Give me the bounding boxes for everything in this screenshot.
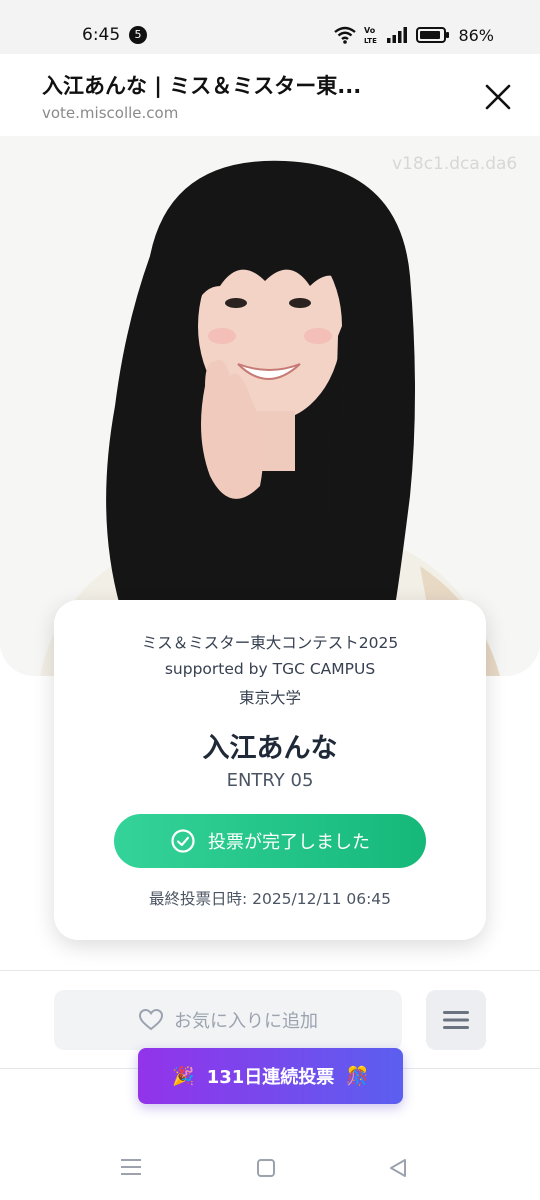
add-favorite-button[interactable]: お気に入りに追加 [54,990,402,1050]
add-favorite-label: お気に入りに追加 [174,1011,318,1032]
page-title: 入江あんな | ミス＆ミスター東... [42,74,362,98]
home-icon[interactable] [256,1158,276,1178]
svg-text:LTE: LTE [364,37,377,45]
volte-icon: Vo LTE [364,26,377,45]
streak-label: 131日連続投票 [206,1067,335,1088]
battery-icon [416,27,450,43]
profile-photo: v18c1.dca.da6 v18c1.dca.da6 [0,136,540,676]
entry-card: ミス＆ミスター東大コンテスト2025 supported by TGC CAMP… [54,600,486,940]
system-nav-bar [0,1130,540,1200]
vote-complete-button[interactable]: 投票が完了しました [114,814,426,868]
status-icons: Vo LTE 86% [334,25,494,45]
signal-icon [387,27,408,43]
vote-complete-label: 投票が完了しました [208,832,370,853]
party-popper-icon: 🎉 [172,1065,195,1087]
notification-badge: 5 [129,26,147,44]
wifi-icon [334,26,357,44]
battery-percent: 86% [458,25,494,45]
candidate-name: 入江あんな [202,733,338,764]
watermark-top: v18c1.dca.da6 [392,154,518,174]
status-bar: 6:45 5 Vo LTE 86% [0,0,540,54]
confetti-ball-icon: 🎊 [346,1065,369,1087]
entry-number: ENTRY 05 [226,770,314,791]
close-icon[interactable] [481,80,515,114]
status-time: 6:45 [82,25,121,45]
page-url: vote.miscolle.com [42,104,179,122]
university-name: 東京大学 [238,689,301,707]
hamburger-icon [443,1011,469,1029]
check-circle-icon [171,829,195,853]
back-icon[interactable] [388,1158,408,1178]
contest-name-line2: supported by TGC CAMPUS [164,660,376,678]
recent-apps-icon[interactable] [120,1158,142,1176]
last-vote-time: 最終投票日時: 2025/12/11 06:45 [148,890,392,908]
divider-top [0,970,540,971]
contest-name: ミス＆ミスター東大コンテスト2025 supported by TGC CAMP… [54,630,486,682]
svg-text:Vo: Vo [364,26,376,35]
browser-header: 入江あんな | ミス＆ミスター東... vote.miscolle.com [0,54,540,136]
contest-name-line1: ミス＆ミスター東大コンテスト2025 [141,634,399,652]
heart-icon [138,1008,164,1031]
vote-streak-badge: 🎉 131日連続投票 🎊 [138,1048,403,1104]
portrait-illustration [0,136,540,676]
menu-button[interactable] [426,990,486,1050]
